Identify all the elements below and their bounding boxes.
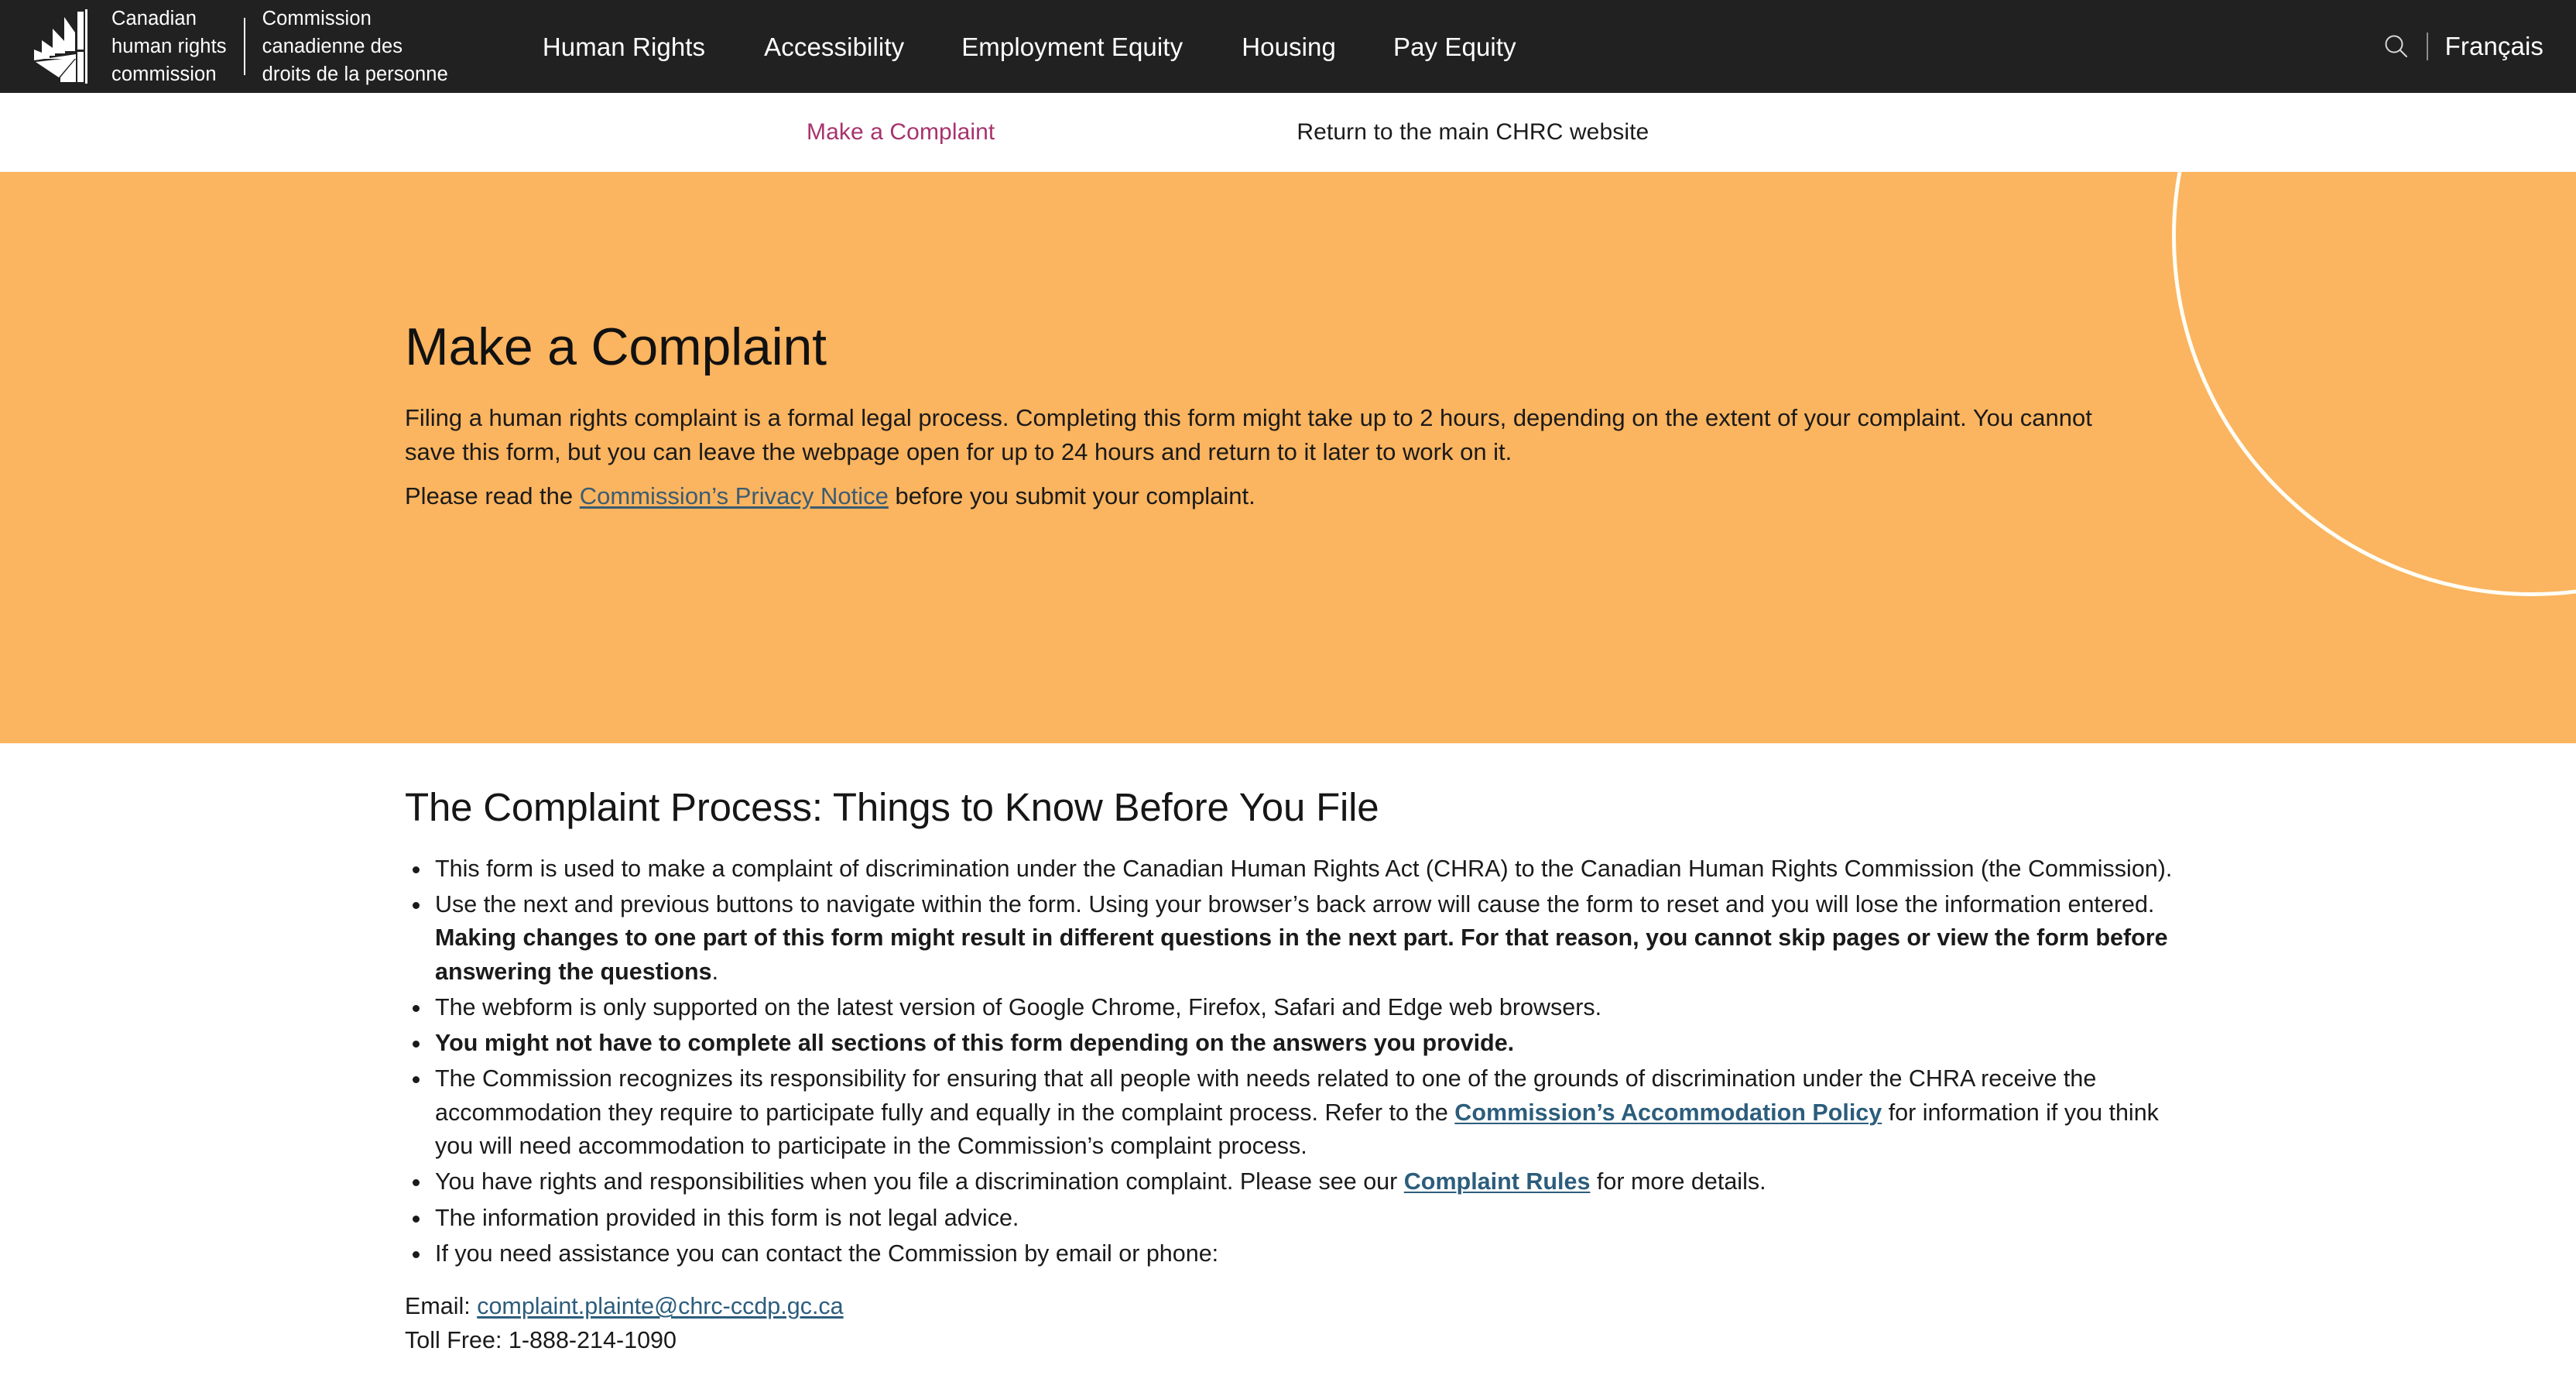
contact-phone-line: Toll Free: 1-888-214-1090 (405, 1327, 677, 1354)
brand-en-line2: human rights (111, 35, 227, 57)
body-text: Use the next and previous buttons to nav… (435, 890, 2155, 917)
nav-item-human-rights[interactable]: Human Rights (543, 26, 705, 67)
list-item: The webform is only supported on the lat… (405, 991, 2185, 1024)
chrc-maple-leaf-logo-icon (31, 9, 107, 84)
list-item: This form is used to make a complaint of… (405, 852, 2185, 886)
brand-fr-line3: droits de la personne (262, 63, 448, 86)
header-divider (2426, 33, 2428, 60)
body-text: You have rights and responsibilities whe… (435, 1168, 1404, 1195)
body-text: This form is used to make a complaint of… (435, 855, 2173, 882)
nav-item-employment-equity[interactable]: Employment Equity (961, 26, 1183, 67)
hero-privacy-paragraph: Please read the Commission’s Privacy Not… (405, 479, 2123, 513)
brand-wordmark-en: Canadian human rights commission (111, 5, 227, 89)
section-heading-complaint-process: The Complaint Process: Things to Know Be… (405, 785, 1379, 829)
contact-email-label: Email: (405, 1293, 478, 1320)
nav-item-pay-equity[interactable]: Pay Equity (1393, 26, 1516, 67)
subnav-item-make-a-complaint[interactable]: Make a Complaint (807, 115, 995, 150)
decorative-circle-outline (2172, 172, 2576, 596)
emphasis-text: You might not have to complete all secti… (435, 1030, 1515, 1057)
things-to-know-list: This form is used to make a complaint of… (405, 852, 2185, 1271)
search-icon[interactable] (2379, 29, 2420, 64)
body-text: The information provided in this form is… (435, 1204, 1019, 1231)
main-content: The Complaint Process: Things to Know Be… (0, 743, 2576, 1358)
list-item: The Commission recognizes its responsibi… (405, 1062, 2185, 1163)
page-title: Make a Complaint (405, 317, 827, 376)
inline-link[interactable]: Complaint Rules (1404, 1168, 1591, 1195)
inline-link[interactable]: Commission’s Accommodation Policy (1454, 1099, 1882, 1126)
brand-en-line1: Canadian (111, 7, 197, 29)
privacy-suffix-text: before you submit your complaint. (888, 482, 1255, 509)
contact-email-link[interactable]: complaint.plainte@chrc-ccdp.gc.ca (477, 1293, 843, 1319)
list-item: Use the next and previous buttons to nav… (405, 888, 2185, 989)
subnav-item-return-to-chrc[interactable]: Return to the main CHRC website (1297, 115, 1649, 150)
body-text: If you need assistance you can contact t… (435, 1240, 1219, 1267)
list-item: You have rights and responsibilities whe… (405, 1165, 2185, 1199)
body-text: . (711, 958, 719, 985)
nav-item-accessibility[interactable]: Accessibility (764, 26, 904, 67)
brand-fr-line2: canadienne des (262, 35, 403, 57)
hero-intro-paragraph: Filing a human rights complaint is a for… (405, 403, 2092, 465)
brand-en-line3: commission (111, 63, 217, 86)
contact-email-line: Email: complaint.plainte@chrc-ccdp.gc.ca (405, 1289, 2185, 1323)
hero-banner: Make a Complaint Filing a human rights c… (0, 172, 2576, 743)
privacy-prefix-text: Please read the (405, 482, 580, 509)
nav-item-housing[interactable]: Housing (1242, 26, 1336, 67)
privacy-notice-link[interactable]: Commission’s Privacy Notice (580, 482, 889, 509)
brand-wordmark-fr: Commission canadienne des droits de la p… (262, 5, 448, 89)
contact-block: Email: complaint.plainte@chrc-ccdp.gc.ca… (405, 1289, 2185, 1357)
list-item: The information provided in this form is… (405, 1202, 2185, 1235)
site-logo-link[interactable]: Canadian human rights commission Commiss… (31, 5, 448, 89)
brand-divider (243, 17, 245, 75)
brand-fr-line1: Commission (262, 7, 372, 29)
site-header: Canadian human rights commission Commiss… (0, 0, 2576, 93)
header-utility-area: Français (2379, 29, 2543, 64)
secondary-navigation: Make a Complaint Return to the main CHRC… (0, 93, 2576, 172)
body-text: The webform is only supported on the lat… (435, 993, 1602, 1020)
emphasis-text: Making changes to one part of this form … (435, 924, 2168, 985)
body-text: for more details. (1590, 1168, 1766, 1195)
brand-wordmark: Canadian human rights commission Commiss… (111, 5, 448, 89)
list-item: You might not have to complete all secti… (405, 1027, 2185, 1060)
list-item: If you need assistance you can contact t… (405, 1237, 2185, 1271)
primary-navigation: Human Rights Accessibility Employment Eq… (543, 26, 2379, 67)
language-toggle-link[interactable]: Français (2445, 32, 2543, 61)
